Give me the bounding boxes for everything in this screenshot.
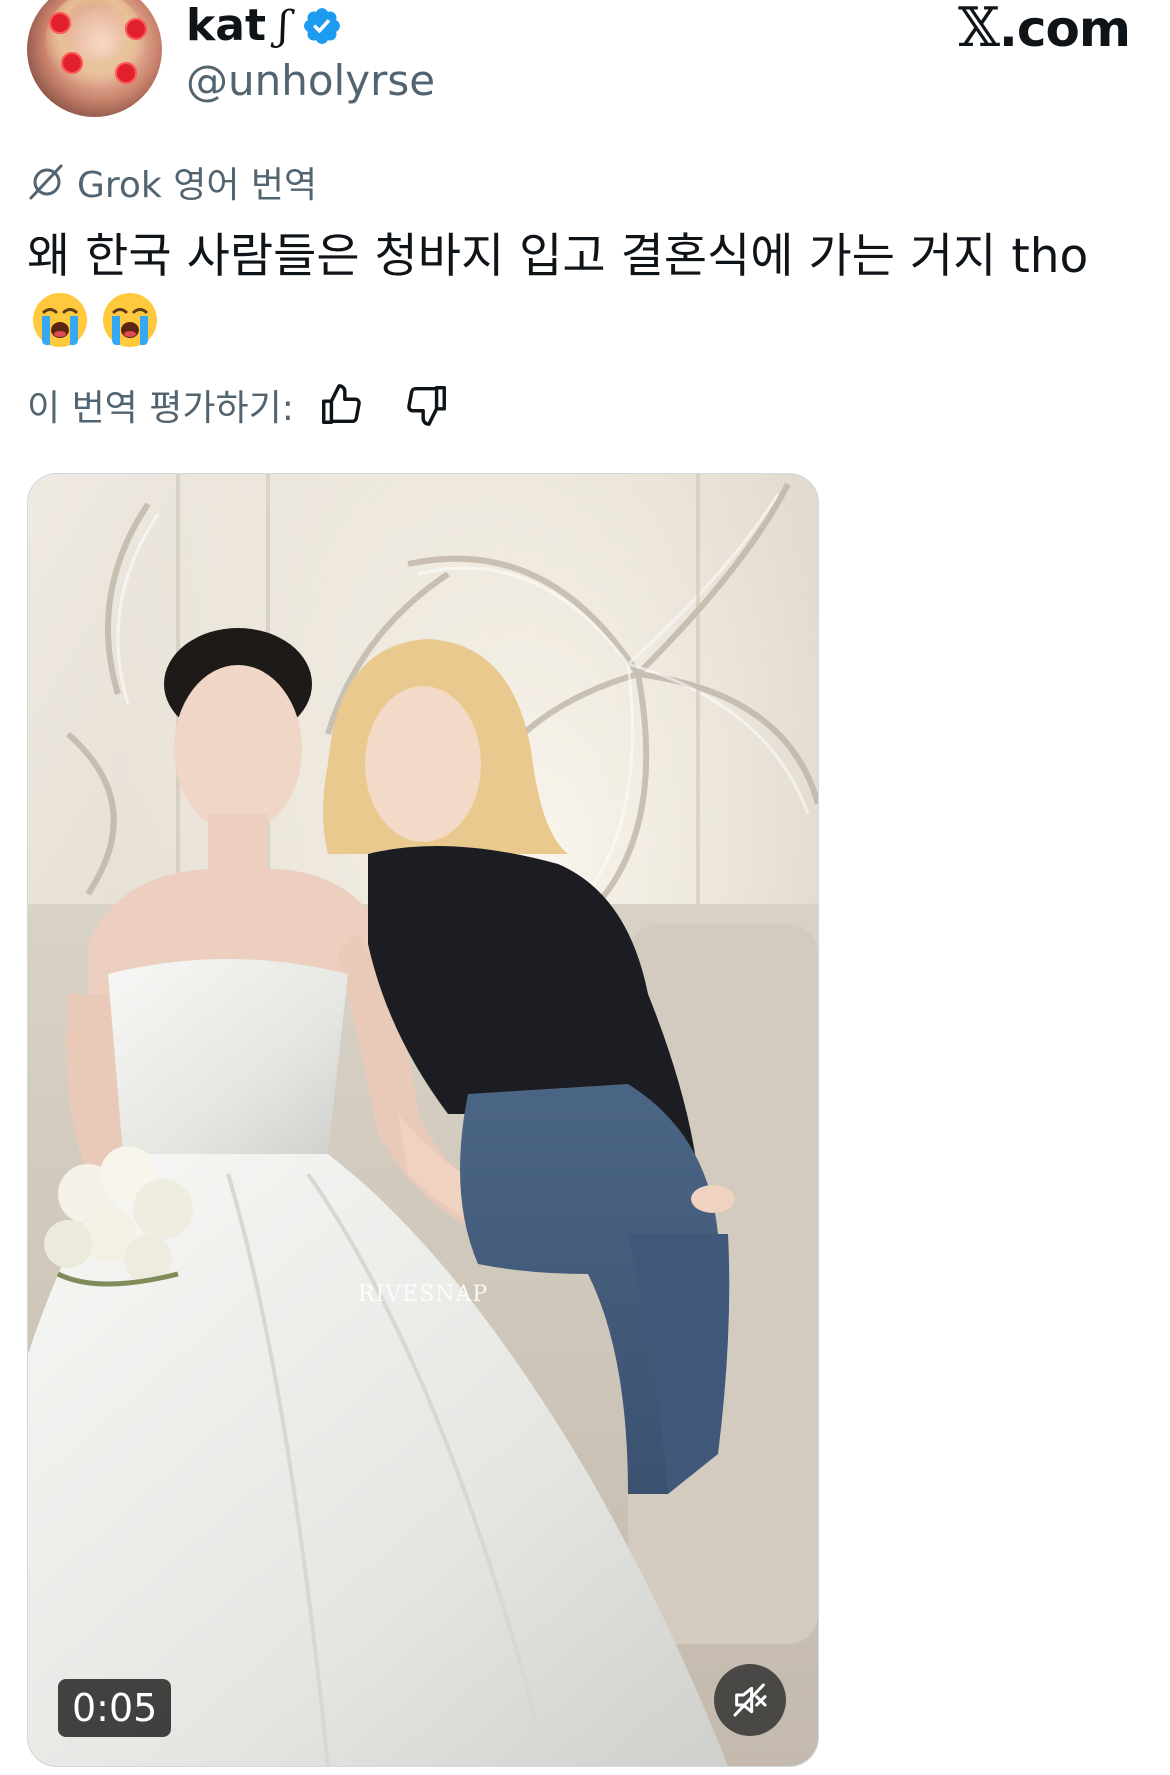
loudly-crying-face-icon [103, 293, 157, 347]
emoji-row [30, 290, 160, 350]
video-duration: 0:05 [58, 1679, 172, 1737]
translation-label: Grok 영어 번역 [27, 158, 317, 206]
rate-translation-label: 이 번역 평가하기: [27, 388, 294, 429]
x-logo-icon: 𝕏 [958, 0, 1000, 59]
avatar-heart-lollipop [125, 18, 147, 40]
video-watermark: RIVESNAP [358, 1282, 489, 1307]
loudly-crying-face-icon [33, 293, 87, 347]
name-emoji: ʃ [278, 3, 289, 49]
avatar-heart-lollipop [115, 62, 137, 84]
tweet-text: 왜 한국 사람들은 청바지 입고 결혼식에 가는 거지 tho [27, 229, 1089, 284]
video-thumbnail [28, 474, 818, 1766]
avatar-heart-lollipop [49, 12, 71, 34]
display-name-text: kat [186, 0, 266, 51]
thumbs-up-icon[interactable] [318, 382, 364, 428]
translation-label-text: Grok 영어 번역 [77, 165, 318, 206]
mute-button[interactable] [714, 1664, 786, 1736]
thumbs-down-icon[interactable] [404, 382, 450, 428]
rate-translation: 이 번역 평가하기: [27, 375, 450, 435]
brand-domain: .com [998, 0, 1131, 58]
speaker-muted-icon [733, 1683, 767, 1717]
user-handle[interactable]: @unholyrse [186, 55, 435, 107]
video-player[interactable]: RIVESNAP 0:05 [27, 473, 819, 1767]
avatar[interactable] [27, 0, 162, 117]
display-name[interactable]: kat ʃ [186, 0, 343, 52]
brand-logo: 𝕏.com [958, 0, 1131, 59]
avatar-heart-lollipop [61, 52, 83, 74]
grok-icon [29, 164, 63, 200]
verified-badge-icon [303, 8, 340, 44]
